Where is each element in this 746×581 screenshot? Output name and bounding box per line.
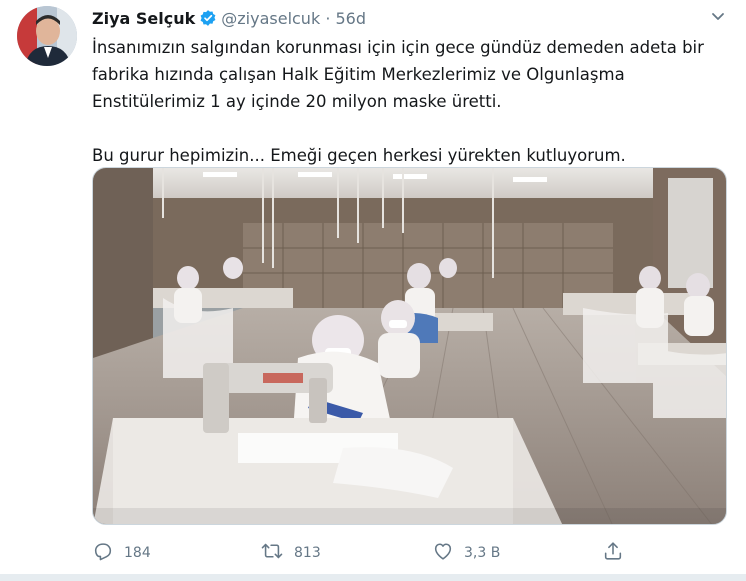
like-button[interactable]: 3,3 B bbox=[432, 538, 500, 568]
author-handle[interactable]: @ziyaselcuk bbox=[221, 9, 320, 28]
media-scene bbox=[93, 168, 726, 524]
retweet-count: 813 bbox=[294, 545, 321, 561]
tweet-text-line: Bu gurur hepimizin... Emeği geçen herkes… bbox=[92, 146, 626, 165]
avatar[interactable] bbox=[17, 6, 77, 66]
tweet-actions: 184 813 3,3 B bbox=[92, 538, 652, 568]
tweet-text-line: Enstitülerimiz 1 ay içinde 20 milyon mas… bbox=[92, 92, 502, 111]
tweet-text-line: İnsanımızın salgından korunması için içi… bbox=[92, 38, 704, 57]
reply-button[interactable]: 184 bbox=[92, 538, 151, 568]
share-icon bbox=[602, 540, 624, 566]
retweet-button[interactable]: 813 bbox=[260, 538, 321, 568]
tweet-media-video[interactable] bbox=[92, 167, 727, 525]
separator-dot: · bbox=[325, 9, 331, 28]
retweet-icon bbox=[260, 540, 284, 566]
tweet-time[interactable]: 56d bbox=[336, 9, 367, 28]
author-name[interactable]: Ziya Selçuk bbox=[92, 9, 195, 28]
share-button[interactable] bbox=[602, 538, 624, 568]
heart-icon bbox=[432, 540, 454, 566]
like-count: 3,3 B bbox=[464, 545, 501, 561]
tweet-card[interactable]: Ziya Selçuk @ziyaselcuk · 56d İnsanımızın… bbox=[0, 0, 746, 581]
verified-badge-icon bbox=[199, 9, 217, 31]
reply-icon bbox=[92, 540, 114, 566]
divider bbox=[0, 574, 746, 581]
reply-count: 184 bbox=[124, 545, 151, 561]
tweet-text-line: fabrika hızında çalışan Halk Eğitim Merk… bbox=[92, 65, 625, 84]
chevron-down-icon[interactable] bbox=[708, 7, 728, 31]
tweet-header: Ziya Selçuk @ziyaselcuk · 56d bbox=[92, 9, 732, 31]
tweet-text: İnsanımızın salgından korunması için içi… bbox=[92, 34, 732, 169]
